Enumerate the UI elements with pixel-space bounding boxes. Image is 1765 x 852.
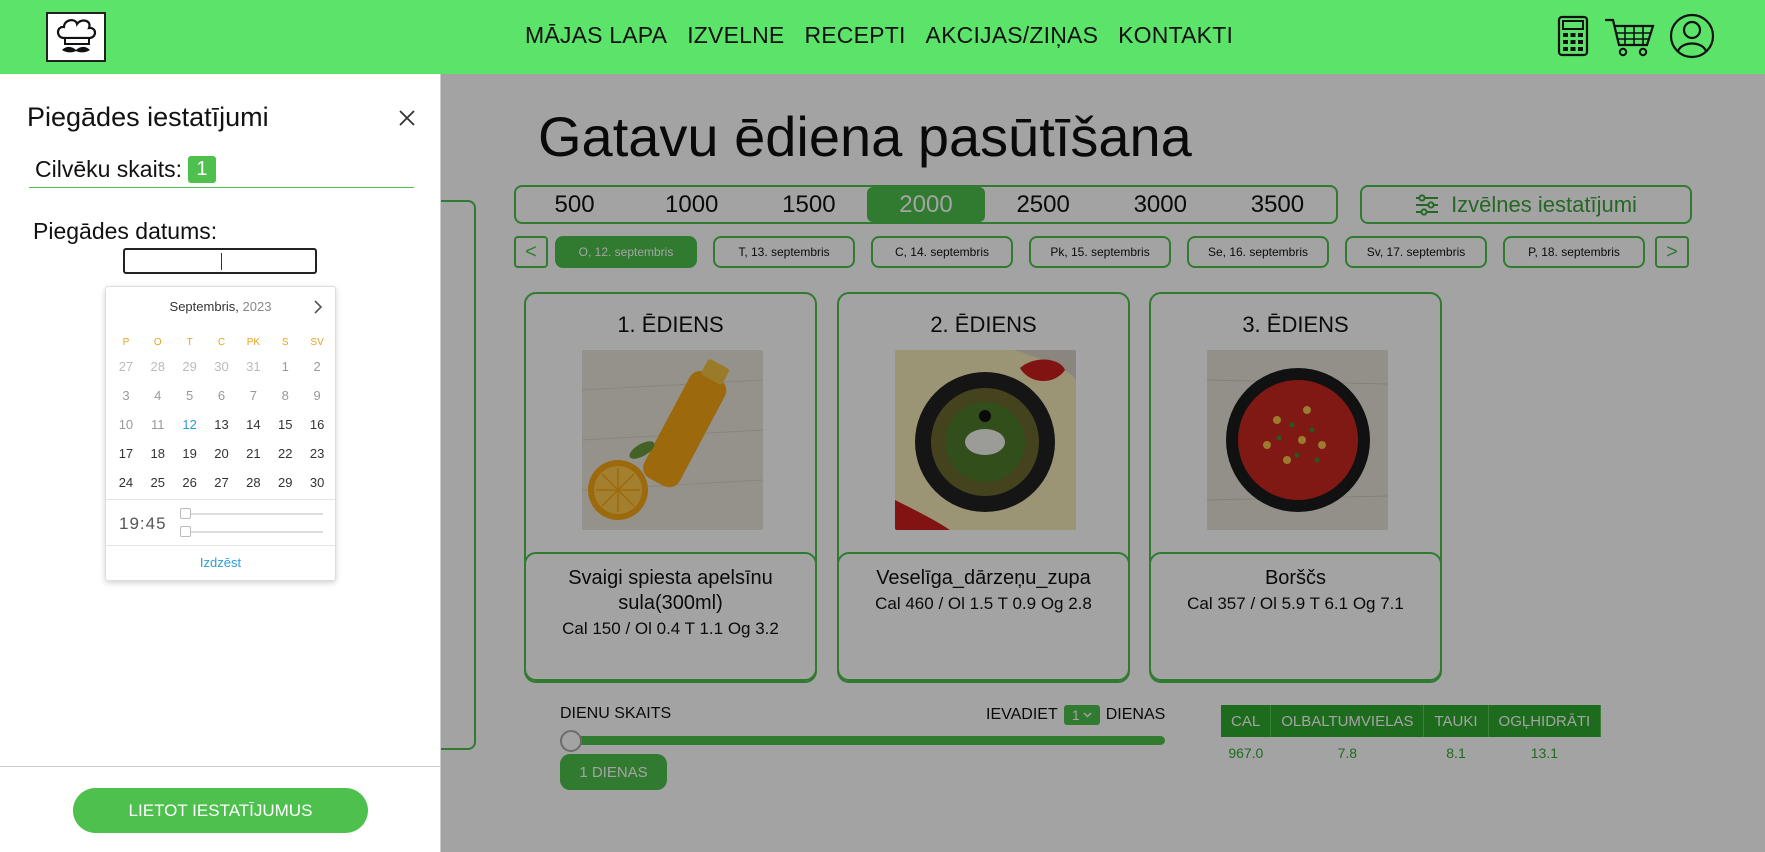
calendar-day: 31: [246, 359, 261, 374]
picker-year[interactable]: 2023: [243, 299, 272, 314]
calendar-day[interactable]: 24: [110, 475, 142, 490]
calendar-day[interactable]: 30: [301, 475, 333, 490]
nav-home[interactable]: MĀJAS LAPA: [525, 22, 667, 49]
delivery-date-label: Piegādes datums:: [33, 218, 218, 244]
calendar-day: 7: [249, 388, 257, 403]
week-row-5: 24 25 26 27 28 29 30: [110, 475, 333, 490]
close-icon[interactable]: [395, 106, 419, 130]
top-navbar: MĀJAS LAPA IZVELNE RECEPTI AKCIJAS/ZIŅAS…: [0, 0, 1765, 74]
calendar-day[interactable]: 16: [301, 417, 333, 432]
main-nav: MĀJAS LAPA IZVELNE RECEPTI AKCIJAS/ZIŅAS…: [525, 22, 1253, 49]
minute-slider-handle[interactable]: [180, 526, 191, 537]
calendar-day: 1: [281, 359, 289, 374]
calendar-day[interactable]: 15: [269, 417, 301, 432]
cart-icon[interactable]: [1603, 15, 1655, 57]
calendar-day-today[interactable]: 12: [174, 417, 206, 432]
calendar-day[interactable]: 28: [237, 475, 269, 490]
nav-recipes[interactable]: RECEPTI: [804, 22, 905, 49]
chevron-right-icon[interactable]: [313, 300, 323, 314]
calendar-day: 8: [281, 388, 289, 403]
weekday-label: P: [122, 337, 130, 348]
apply-settings-button[interactable]: LIETOT IESTATĪJUMUS: [73, 788, 368, 833]
weekday-label: T: [186, 337, 193, 348]
picker-divider: [106, 545, 335, 546]
people-count-row: Cilvēku skaits: 1: [29, 152, 414, 188]
calendar-day: 3: [122, 388, 130, 403]
calendar-day: 11: [151, 417, 165, 432]
delivery-settings-panel: Piegādes iestatījumi Cilvēku skaits: 1 P…: [0, 74, 441, 852]
week-row-4: 17 18 19 20 21 22 23: [110, 446, 333, 461]
hour-slider[interactable]: [180, 508, 323, 519]
calendar-day: 6: [217, 388, 226, 403]
weekday-label: C: [217, 337, 226, 348]
clear-date-link[interactable]: Izdzēst: [106, 555, 335, 570]
date-picker-popup: Septembris, 2023 P O T C PK S SV 27 28 2…: [105, 286, 336, 581]
weekday-label: SV: [310, 337, 324, 348]
calendar-day[interactable]: 14: [237, 417, 269, 432]
calendar-day[interactable]: 26: [174, 475, 206, 490]
calendar-day: 10: [118, 417, 134, 432]
calendar-day: 5: [186, 388, 194, 403]
calendar-day[interactable]: 21: [237, 446, 269, 461]
calendar-day: 4: [154, 388, 162, 403]
panel-footer: LIETOT IESTATĪJUMUS: [0, 766, 441, 852]
week-row-3: 10 11 12 13 14 15 16: [110, 417, 333, 432]
minute-slider[interactable]: [180, 526, 323, 537]
calendar-day[interactable]: 25: [142, 475, 174, 490]
picker-month-year: Septembris, 2023: [106, 299, 335, 314]
weekday-label: O: [153, 337, 162, 348]
calendar-day[interactable]: 29: [269, 475, 301, 490]
week-row-1: 27 28 29 30 31 1 2: [110, 359, 333, 374]
week-row-2: 3 4 5 6 7 8 9: [110, 388, 333, 403]
chef-logo[interactable]: [46, 12, 106, 62]
header-actions: [1557, 13, 1715, 59]
calendar-day: 29: [182, 359, 197, 374]
picker-month: Septembris,: [169, 299, 239, 314]
people-count-label: Cilvēku skaits:: [35, 156, 182, 182]
calendar-day: 9: [313, 388, 321, 403]
delivery-date-input[interactable]: [123, 248, 317, 274]
user-account-icon[interactable]: [1669, 13, 1715, 59]
hour-slider-handle[interactable]: [180, 508, 191, 519]
nav-menu[interactable]: IZVELNE: [687, 22, 784, 49]
calendar-day: 30: [214, 359, 229, 374]
picker-divider: [106, 499, 335, 500]
modal-backdrop[interactable]: [441, 74, 1765, 852]
panel-title: Piegādes iestatījumi: [27, 102, 269, 132]
chef-hat-icon: [56, 19, 97, 53]
calendar-day: 27: [118, 359, 134, 374]
calendar-day[interactable]: 19: [174, 446, 206, 461]
calendar-day[interactable]: 20: [206, 446, 238, 461]
calendar-day[interactable]: 18: [142, 446, 174, 461]
weekday-header: P O T C PK S SV: [110, 337, 333, 348]
calendar-day[interactable]: 13: [206, 417, 238, 432]
weekday-label: PK: [246, 337, 261, 348]
nav-promotions[interactable]: AKCIJAS/ZIŅAS: [926, 22, 1099, 49]
calendar-day[interactable]: 27: [206, 475, 238, 490]
text-cursor: [221, 253, 222, 270]
weekday-label: S: [281, 337, 289, 348]
calendar-day[interactable]: 22: [269, 446, 301, 461]
calendar-day[interactable]: 23: [301, 446, 333, 461]
people-count-input[interactable]: 1: [187, 156, 216, 183]
calendar-day[interactable]: 17: [110, 446, 142, 461]
calendar-day: 2: [313, 359, 321, 374]
time-display: 19:45: [119, 514, 167, 533]
calendar-day: 28: [150, 359, 166, 374]
nav-contacts[interactable]: KONTAKTI: [1118, 22, 1233, 49]
calculator-icon[interactable]: [1557, 15, 1589, 57]
